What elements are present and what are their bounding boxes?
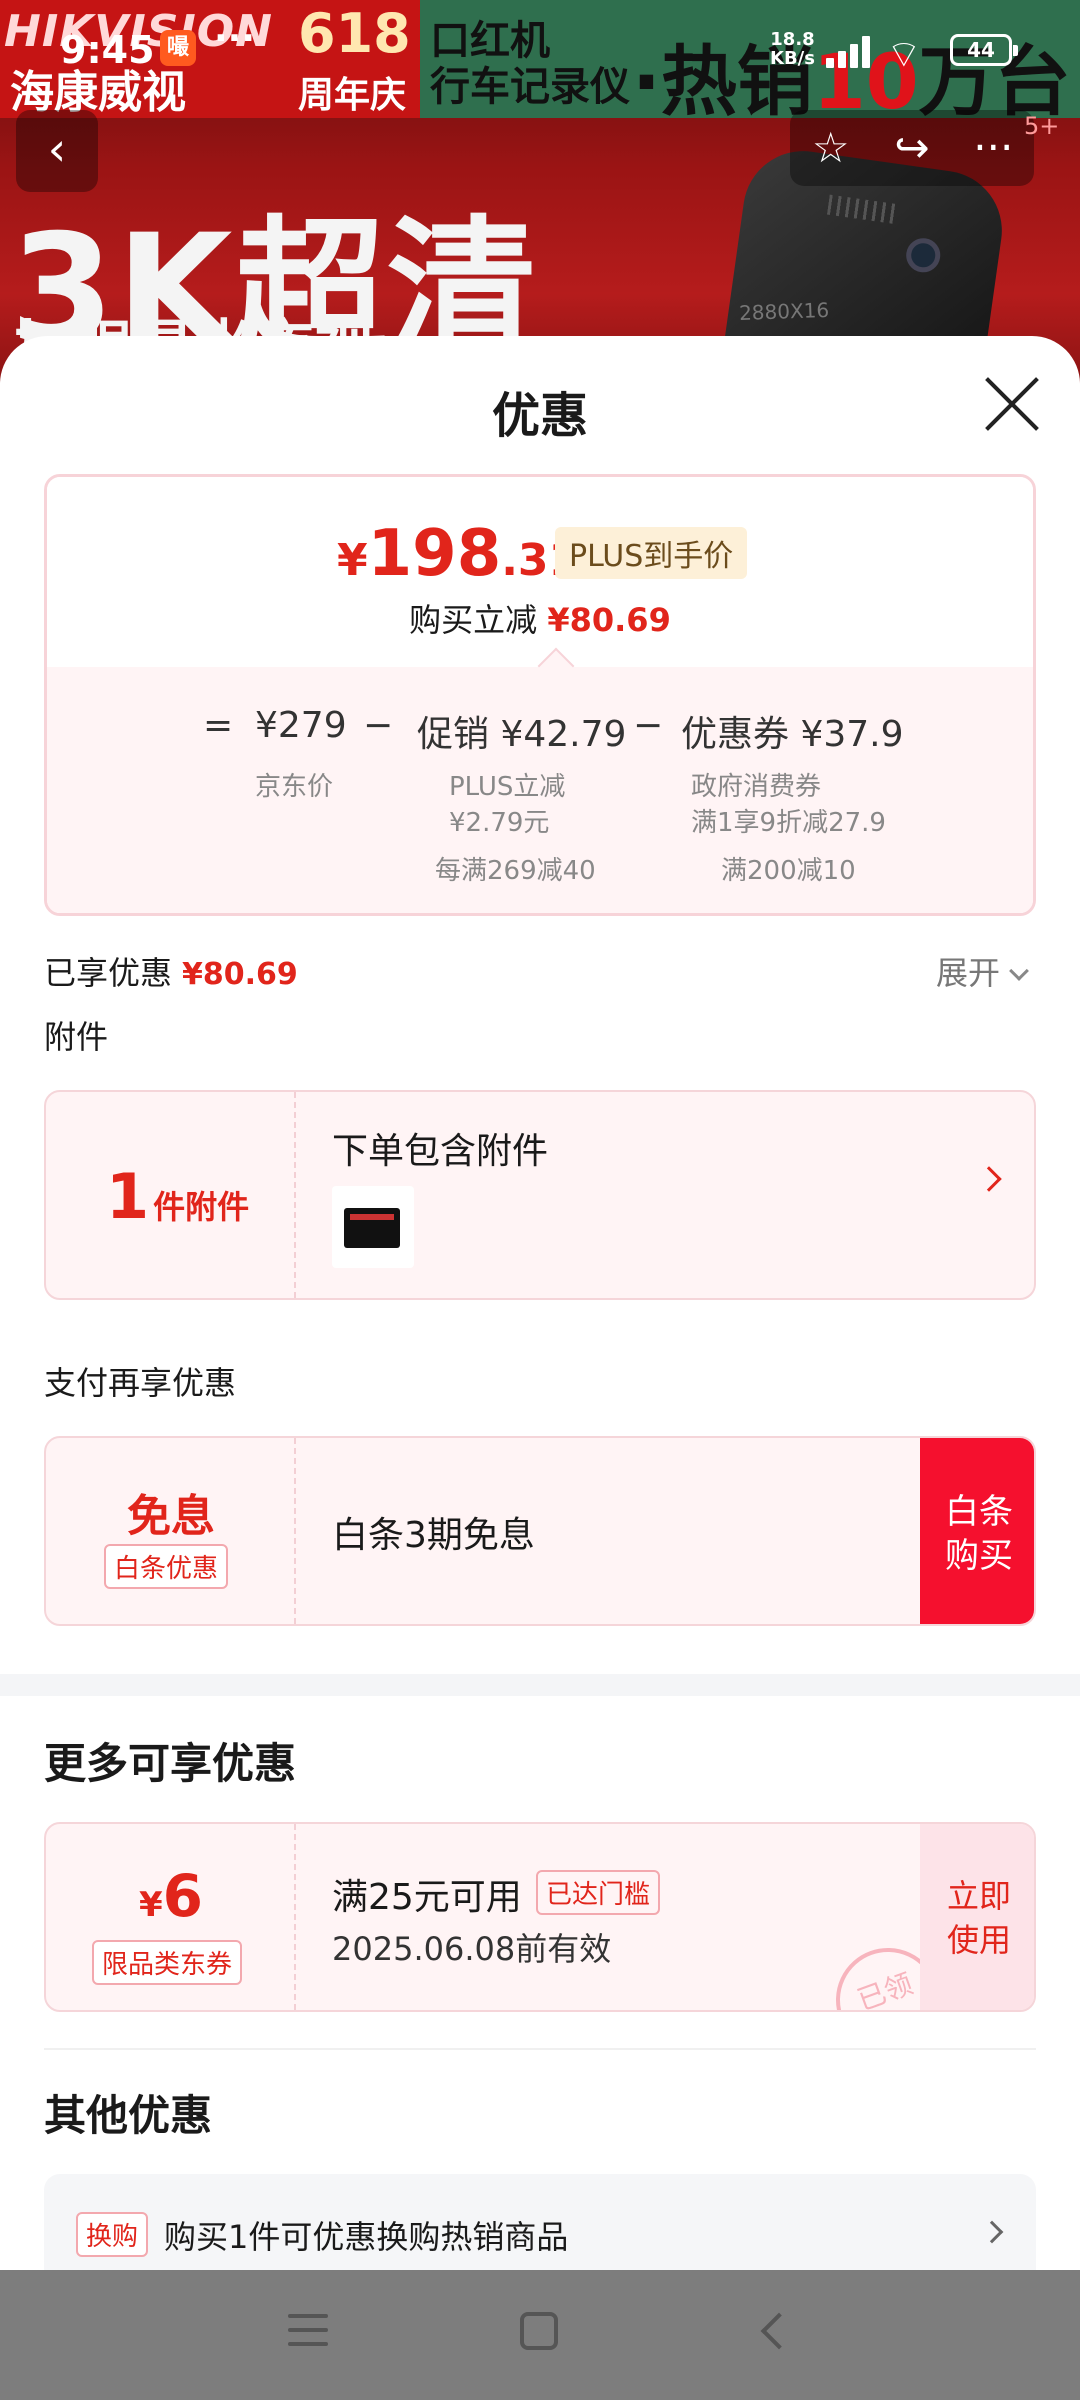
threshold-reached-badge: 已达门槛	[536, 1870, 661, 1915]
baitiao-tag: 白条优惠	[104, 1544, 229, 1589]
trade-in-offer-row[interactable]: 换购 购买1件可优惠换购热销商品	[44, 2174, 1036, 2270]
status-bar: 9:45 嘬 ··· 18.8 KB/s ⌔ 44	[0, 0, 1080, 100]
plus-price-tag: PLUS到手价	[555, 527, 748, 579]
jd-price: ¥279	[255, 705, 347, 746]
share-icon[interactable]: ↪	[871, 110, 952, 186]
more-notifications-icon: ···	[214, 18, 256, 59]
baitiao-offer-text: 白条3期免息	[332, 1515, 535, 1556]
plus-off-label: PLUS立减	[449, 772, 566, 802]
enjoyed-discount: 已享优惠 ¥80.69	[44, 954, 298, 992]
baitiao-buy-button[interactable]: 白条 购买	[920, 1438, 1034, 1624]
trade-in-tag: 换购	[76, 2212, 149, 2257]
message-count-badge: 5+	[1024, 112, 1060, 140]
menu-icon[interactable]	[288, 2314, 328, 2348]
discount-sheet: 优惠 ¥198.31 PLUS到手价 购买立减 ¥80.69 = ¥279 − …	[0, 336, 1080, 2270]
accessory-count: 1 件附件	[106, 1160, 250, 1233]
interest-free-label: 免息	[127, 1491, 215, 1542]
other-offers-title: 其他优惠	[44, 2091, 213, 2140]
divider	[44, 2048, 1036, 2050]
final-price: ¥198.31	[337, 517, 580, 591]
gov-coupon-label: 政府消费券	[691, 772, 822, 802]
close-icon[interactable]	[982, 374, 1042, 434]
coupon-discount: 优惠券 ¥37.9	[681, 714, 904, 755]
coupon-card: ¥6 限品类东券 满25元可用 已达门槛 2025.06.08前有效 已领 立即…	[44, 1822, 1036, 2012]
coupon-condition: 满25元可用	[332, 1877, 522, 1918]
pay-section-label: 支付再享优惠	[44, 1364, 237, 1402]
clock: 9:45	[60, 28, 155, 72]
accessory-section-label: 附件	[44, 1018, 109, 1056]
plus-off-value: ¥2.79元	[449, 808, 550, 838]
app-notification-icon: 嘬	[160, 30, 196, 66]
accessory-title: 下单包含附件	[332, 1131, 549, 1172]
chevron-right-icon	[980, 2220, 1004, 2244]
use-now-button[interactable]: 立即 使用	[920, 1824, 1034, 2010]
wifi-icon: ⌔	[886, 32, 922, 76]
price-breakdown-card: ¥198.31 PLUS到手价 购买立减 ¥80.69 = ¥279 − 促销 …	[44, 474, 1036, 916]
coupon-amount: ¥6	[138, 1862, 204, 1930]
chevron-down-icon	[1009, 961, 1029, 981]
system-nav-bar	[0, 2270, 1080, 2400]
more-icon[interactable]: ···	[953, 110, 1034, 186]
trade-in-text: 购买1件可优惠换购热销商品	[164, 2218, 569, 2256]
sheet-title: 优惠	[491, 388, 588, 444]
favorite-icon[interactable]: ☆	[790, 110, 871, 186]
instant-discount: 购买立减 ¥80.69	[409, 601, 671, 639]
gov-coupon-rule: 满1享9折减27.9	[691, 808, 886, 838]
home-icon[interactable]	[520, 2312, 558, 2350]
accessory-card[interactable]: 1 件附件 下单包含附件	[44, 1090, 1036, 1300]
coupon-type-tag: 限品类东券	[92, 1940, 243, 1985]
camera-lens	[904, 236, 943, 275]
section-divider	[0, 1674, 1080, 1696]
promo-discount: 促销 ¥42.79	[417, 714, 627, 755]
jd-price-label: 京东价	[255, 772, 334, 802]
price-formula: = ¥279 − 促销 ¥42.79 − 优惠券 ¥37.9	[203, 705, 904, 755]
battery-icon: 44	[950, 34, 1018, 66]
back-button[interactable]: ‹	[16, 110, 98, 192]
sd-card-thumbnail	[332, 1186, 414, 1268]
network-speed: 18.8 KB/s	[770, 29, 815, 69]
coupon-rule: 满200减10	[721, 856, 856, 886]
baitiao-card: 免息 白条优惠 白条3期免息 白条 购买	[44, 1436, 1036, 1626]
signal-icon	[826, 34, 876, 68]
promo-rule: 每满269减40	[435, 856, 596, 886]
expand-button[interactable]: 展开	[936, 948, 1029, 994]
coupon-expiry: 2025.06.08前有效	[332, 1930, 612, 1968]
nav-actions: ☆ ↪ ···	[790, 110, 1034, 186]
chevron-right-icon	[976, 1166, 1002, 1192]
more-offers-title: 更多可享优惠	[44, 1739, 297, 1788]
back-icon[interactable]	[760, 2312, 798, 2350]
